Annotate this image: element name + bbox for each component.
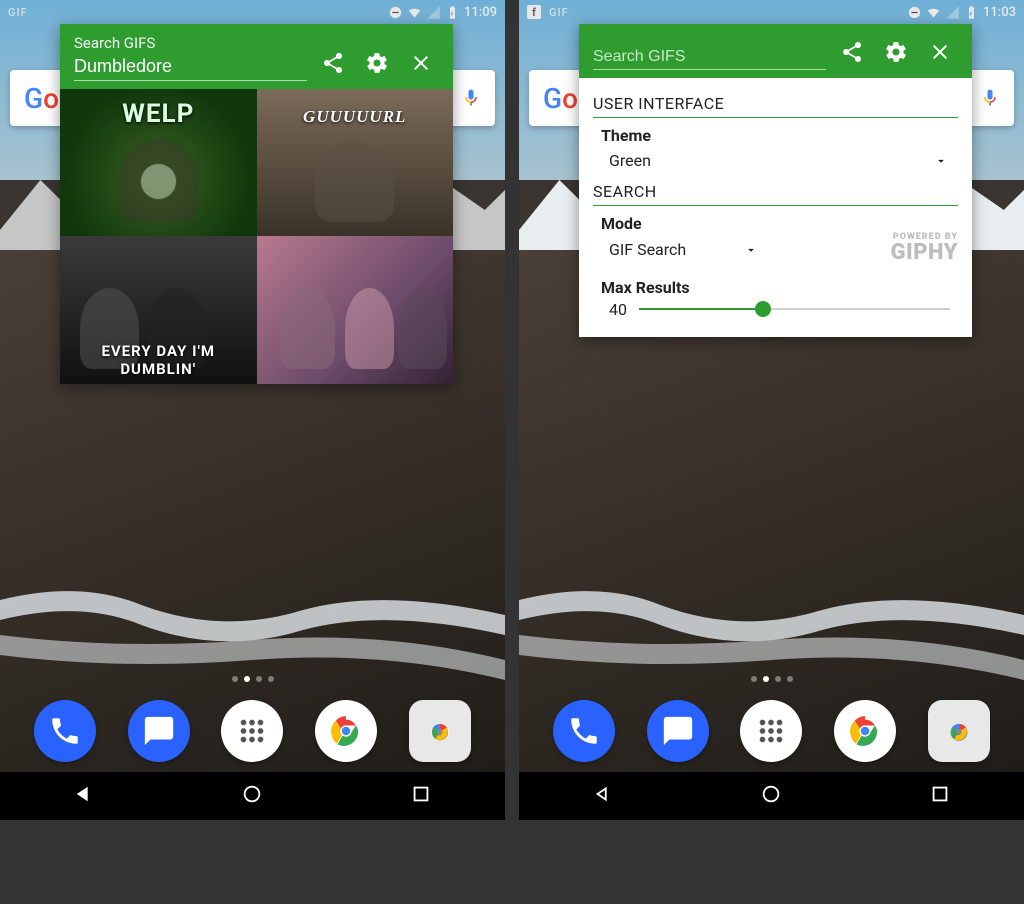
close-button[interactable]: [922, 34, 958, 70]
search-input[interactable]: [74, 56, 307, 81]
wifi-icon: [407, 5, 422, 20]
giphy-attribution: POWERED BY GIPHY: [891, 233, 958, 264]
nav-home[interactable]: [760, 783, 782, 809]
section-search: SEARCH: [593, 174, 958, 205]
nav-recent[interactable]: [410, 783, 432, 809]
app-drawer[interactable]: [221, 700, 283, 762]
status-bar: f GIF 11:03: [519, 0, 1024, 24]
mic-icon[interactable]: [980, 84, 1000, 112]
clock: 11:09: [464, 5, 497, 20]
wifi-icon: [926, 5, 941, 20]
dnd-icon: [907, 5, 922, 20]
messages-app[interactable]: [128, 700, 190, 762]
gif-indicator: GIF: [8, 6, 28, 19]
gif-indicator: GIF: [549, 6, 569, 19]
gif-result[interactable]: EVERY DAY I'M DUMBLIN': [60, 236, 257, 383]
search-label: Search GIFS: [74, 34, 307, 52]
nav-back[interactable]: [73, 783, 95, 809]
max-results-label: Max Results: [593, 278, 958, 297]
phone-app[interactable]: [34, 700, 96, 762]
gif-result[interactable]: WELP: [60, 89, 257, 236]
camera-app[interactable]: [928, 700, 990, 762]
nav-bar: [0, 772, 505, 820]
theme-value: Green: [609, 151, 651, 170]
battery-icon: [445, 5, 460, 20]
settings-button[interactable]: [359, 45, 395, 81]
section-user-interface: USER INTERFACE: [593, 86, 958, 117]
gif-search-widget: Search GIFS WELP GUUUUURL EVERY DAY I'M …: [60, 24, 453, 384]
dnd-icon: [388, 5, 403, 20]
chevron-down-icon: [934, 154, 948, 168]
nav-recent[interactable]: [929, 783, 951, 809]
phone-left: GIF 11:09 Google Search GIFS: [0, 0, 505, 820]
signal-icon: [945, 5, 960, 20]
divider: [593, 205, 958, 206]
mode-label: Mode: [593, 214, 958, 233]
divider: [593, 117, 958, 118]
mode-dropdown[interactable]: GIF Search: [593, 234, 768, 263]
chrome-app[interactable]: [834, 700, 896, 762]
settings-panel: USER INTERFACE Theme Green SEARCH Mode G…: [579, 78, 972, 337]
mic-icon[interactable]: [461, 84, 481, 112]
settings-button[interactable]: [878, 34, 914, 70]
max-results-slider[interactable]: [639, 299, 950, 319]
app-drawer[interactable]: [740, 700, 802, 762]
theme-dropdown[interactable]: Green: [593, 145, 958, 174]
messages-app[interactable]: [647, 700, 709, 762]
nav-home[interactable]: [241, 783, 263, 809]
search-input[interactable]: [593, 48, 826, 70]
phone-app[interactable]: [553, 700, 615, 762]
status-bar: GIF 11:09: [0, 0, 505, 24]
chevron-down-icon: [744, 243, 758, 257]
facebook-notification-icon: f: [527, 5, 541, 19]
gif-result[interactable]: [257, 236, 454, 383]
dock: [0, 700, 505, 762]
gif-results-grid: WELP GUUUUURL EVERY DAY I'M DUMBLIN': [60, 89, 453, 384]
close-button[interactable]: [403, 45, 439, 81]
battery-icon: [964, 5, 979, 20]
camera-app[interactable]: [409, 700, 471, 762]
share-button[interactable]: [834, 34, 870, 70]
gif-settings-widget: USER INTERFACE Theme Green SEARCH Mode G…: [579, 24, 972, 337]
page-indicator: [0, 676, 505, 682]
chrome-app[interactable]: [315, 700, 377, 762]
share-button[interactable]: [315, 45, 351, 81]
page-indicator: [519, 676, 1024, 682]
theme-label: Theme: [593, 126, 958, 145]
nav-back[interactable]: [592, 783, 614, 809]
mode-value: GIF Search: [609, 240, 686, 259]
widget-header: Search GIFS: [60, 24, 453, 89]
dock: [519, 700, 1024, 762]
phone-right: f GIF 11:03 Google: [519, 0, 1024, 820]
signal-icon: [426, 5, 441, 20]
widget-header: [579, 24, 972, 78]
clock: 11:03: [983, 5, 1016, 20]
nav-bar: [519, 772, 1024, 820]
gif-result[interactable]: GUUUUURL: [257, 89, 454, 236]
max-results-value: 40: [609, 300, 627, 319]
